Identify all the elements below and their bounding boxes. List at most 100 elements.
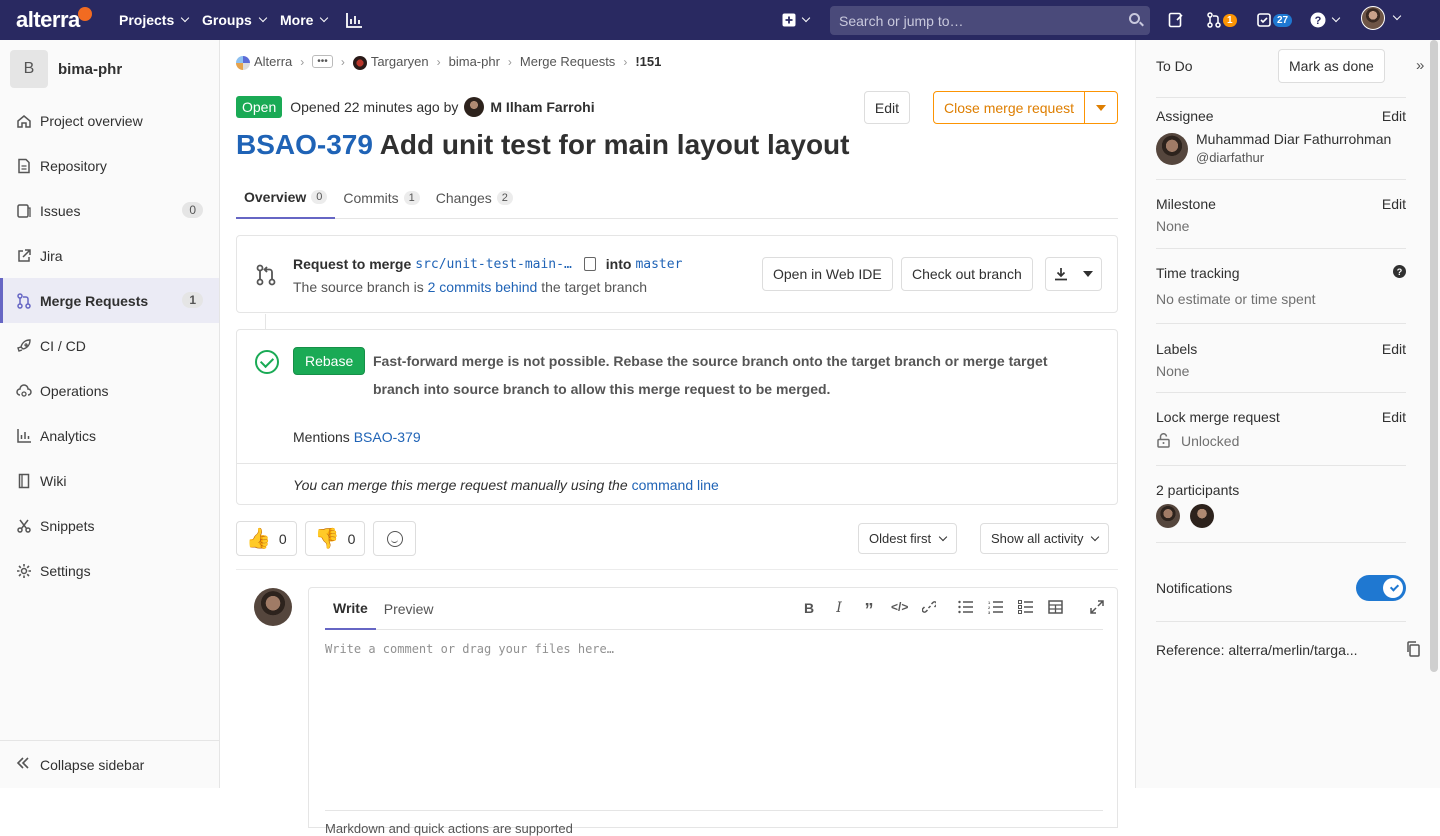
merge-status-widget: Rebase Fast-forward merge is not possibl… [236, 329, 1118, 505]
code-icon[interactable]: </> [891, 600, 908, 621]
copy-icon[interactable] [1407, 641, 1420, 660]
sidebar-item-label: Repository [40, 157, 107, 174]
milestone-edit-link[interactable]: Edit [1382, 196, 1406, 212]
breadcrumb-ellipsis-button[interactable]: ••• [312, 55, 333, 69]
tab-commits[interactable]: Commits 1 [335, 176, 427, 219]
manual-merge-text: You can merge this merge request manuall… [293, 476, 628, 493]
merge-requests-nav[interactable]: 1 [1207, 10, 1237, 30]
sidebar-item-issues[interactable]: Issues 0 [0, 188, 219, 233]
copy-icon[interactable] [583, 257, 596, 271]
breadcrumb-item-alterra[interactable]: Alterra [236, 54, 292, 70]
breadcrumb-item-current[interactable]: !151 [635, 54, 661, 69]
sidebar-item-project-overview[interactable]: Project overview [0, 98, 219, 143]
double-chevron-left-icon [16, 756, 30, 773]
lock-edit-link[interactable]: Edit [1382, 409, 1406, 425]
command-line-link[interactable]: command line [632, 477, 719, 493]
markdown-toolbar: B I ” </> 123 [801, 600, 1105, 621]
sidebar-item-operations[interactable]: Operations [0, 368, 219, 413]
question-circle-icon[interactable]: ? [1393, 265, 1406, 281]
lock-block: Lock merge request Edit Unlocked [1156, 393, 1406, 466]
sidebar-toggle-icon[interactable] [1168, 10, 1184, 30]
project-header[interactable]: B bima-phr [0, 40, 219, 98]
nav-more[interactable]: More [280, 0, 329, 40]
tab-write-label: Write [333, 600, 368, 616]
download-dropdown-button[interactable] [1045, 257, 1102, 291]
scrollbar[interactable] [1430, 40, 1438, 672]
nav-groups[interactable]: Groups [202, 0, 268, 40]
user-menu[interactable] [1361, 6, 1402, 30]
chevron-right-icon: › [507, 54, 512, 69]
italic-icon[interactable]: I [831, 600, 847, 621]
sidebar-item-settings[interactable]: Settings [0, 548, 219, 593]
close-dropdown-toggle[interactable] [1085, 104, 1117, 111]
doc-icon [16, 158, 32, 174]
sidebar-item-analytics[interactable]: Analytics [0, 413, 219, 458]
nav-projects[interactable]: Projects [119, 0, 190, 40]
add-reaction-button[interactable] [373, 521, 417, 556]
thumbsup-button[interactable]: 👍 0 [236, 521, 297, 556]
sidebar-item-ci-cd[interactable]: CI / CD [0, 323, 219, 368]
award-emoji-bar: 👍 0 👎 0 [236, 521, 417, 556]
link-icon[interactable] [921, 600, 938, 621]
mark-as-done-button[interactable]: Mark as done [1278, 49, 1385, 83]
assignee-avatar[interactable] [1156, 133, 1188, 165]
collapse-sidebar-button[interactable]: Collapse sidebar [0, 740, 220, 788]
todos-nav[interactable]: 27 [1257, 10, 1293, 30]
bullet-list-icon[interactable] [957, 600, 973, 621]
edit-button[interactable]: Edit [863, 91, 910, 124]
participant-avatar[interactable] [1190, 504, 1214, 528]
participant-avatar[interactable] [1156, 504, 1180, 528]
search-input[interactable]: Search or jump to… [830, 6, 1150, 35]
author-avatar[interactable] [464, 97, 485, 117]
breadcrumb-item-targaryen[interactable]: Targaryen [352, 54, 429, 70]
comment-textarea[interactable]: Write a comment or drag your files here… [325, 642, 614, 656]
assignee-name[interactable]: Muhammad Diar Fathurrohman [1196, 131, 1391, 147]
new-item-dropdown[interactable] [782, 10, 811, 30]
tab-write[interactable]: Write [325, 588, 376, 630]
close-merge-request-button[interactable]: Close merge request [933, 91, 1118, 124]
target-branch-link[interactable]: master [635, 257, 682, 272]
rebase-button[interactable]: Rebase [293, 347, 366, 375]
fullscreen-icon[interactable] [1089, 600, 1105, 621]
quote-icon[interactable]: ” [861, 600, 877, 621]
activity-filter-dropdown[interactable]: Show all activity [980, 523, 1110, 554]
table-icon[interactable] [1047, 600, 1063, 621]
source-branch-link[interactable]: src/unit-test-main-… [415, 257, 572, 272]
caret-down-icon [1096, 104, 1106, 111]
sidebar-item-merge-requests[interactable]: Merge Requests 1 [0, 278, 219, 323]
notifications-toggle[interactable] [1356, 575, 1406, 601]
double-chevron-right-icon[interactable]: » [1416, 57, 1424, 74]
task-list-icon[interactable] [1017, 600, 1033, 621]
activity-chart-icon[interactable] [346, 10, 363, 30]
bold-icon[interactable]: B [801, 600, 817, 621]
sidebar-item-repository[interactable]: Repository [0, 143, 219, 188]
breadcrumb-item-project[interactable]: bima-phr [449, 54, 500, 69]
chevron-right-icon: › [300, 54, 305, 69]
breadcrumb-item-merge-requests[interactable]: Merge Requests [520, 54, 615, 69]
sidebar-item-snippets[interactable]: Snippets [0, 503, 219, 548]
sidebar-item-jira[interactable]: Jira [0, 233, 219, 278]
issues-count-badge: 0 [182, 202, 203, 218]
logo[interactable]: alterra [16, 6, 92, 34]
sort-order-dropdown[interactable]: Oldest first [858, 523, 958, 554]
title-issue-link[interactable]: BSAO-379 [236, 129, 373, 160]
tab-changes[interactable]: Changes 2 [428, 176, 521, 219]
numbered-list-icon[interactable]: 123 [987, 600, 1003, 621]
tab-count: 0 [311, 189, 328, 204]
status-badge: Open [236, 96, 283, 118]
thumbsdown-button[interactable]: 👎 0 [304, 521, 366, 556]
issues-icon [16, 203, 32, 219]
check-out-branch-button[interactable]: Check out branch [901, 257, 1033, 291]
help-dropdown[interactable]: ? [1310, 10, 1341, 30]
svg-text:3: 3 [988, 610, 991, 614]
svg-text:?: ? [1397, 267, 1403, 277]
labels-edit-link[interactable]: Edit [1382, 341, 1406, 357]
open-in-web-ide-button[interactable]: Open in Web IDE [762, 257, 893, 291]
author-name[interactable]: M Ilham Farrohi [490, 99, 594, 115]
mentions-issue-link[interactable]: BSAO-379 [354, 429, 421, 445]
sidebar-item-wiki[interactable]: Wiki [0, 458, 219, 503]
tab-preview[interactable]: Preview [376, 588, 442, 630]
commits-behind-link[interactable]: 2 commits behind [428, 279, 538, 295]
assignee-edit-link[interactable]: Edit [1382, 108, 1406, 124]
tab-overview[interactable]: Overview 0 [236, 176, 336, 219]
